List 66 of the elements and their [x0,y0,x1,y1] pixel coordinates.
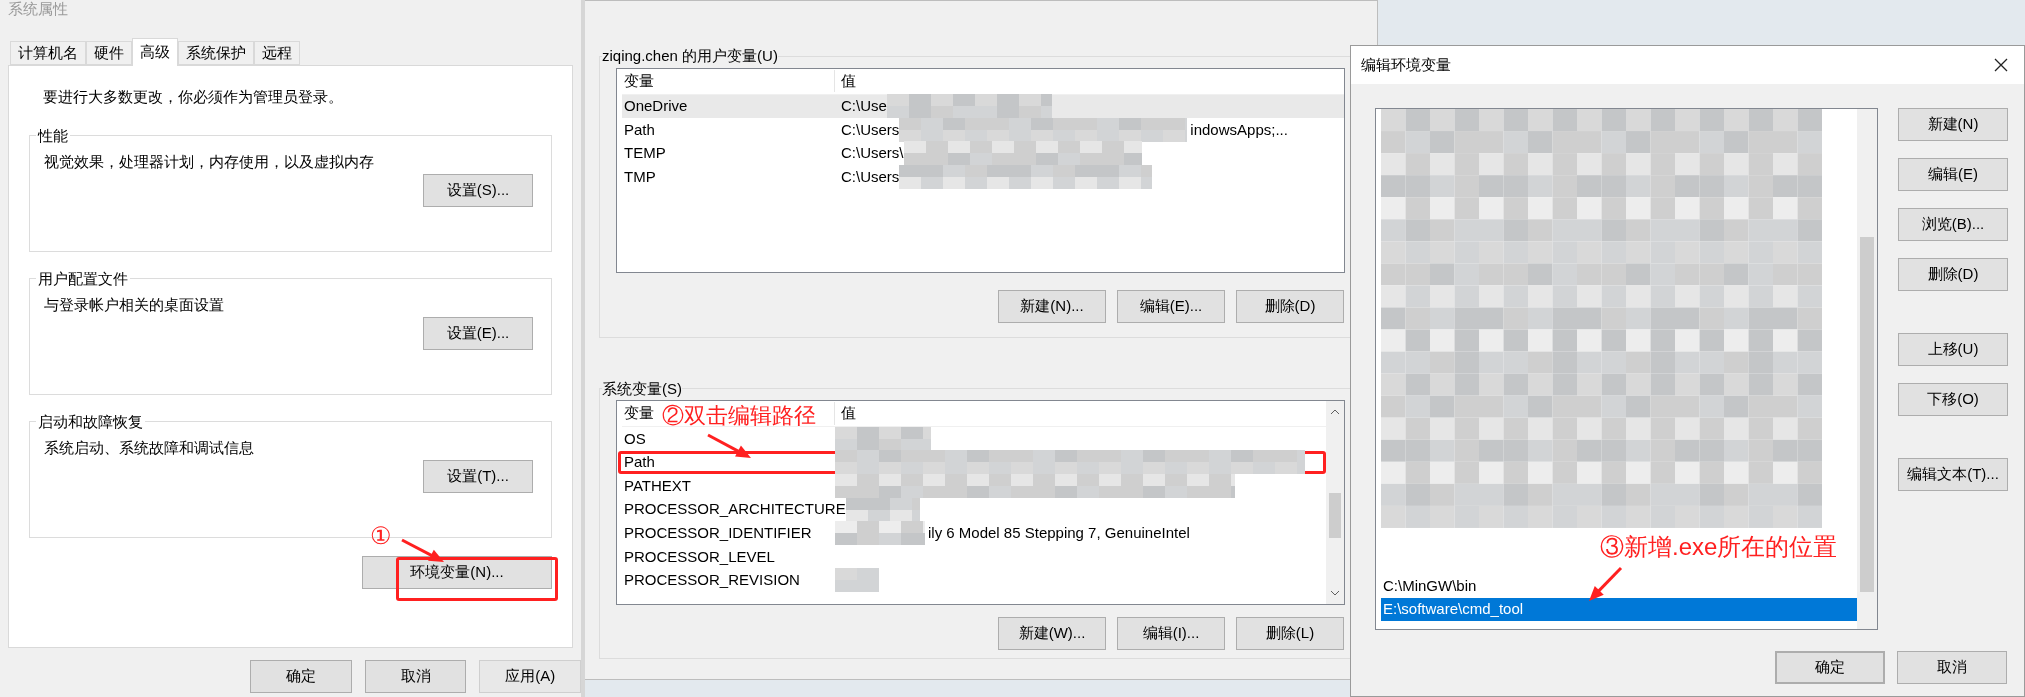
group-title: 用户配置文件 [37,268,129,289]
column-header: 值 [840,70,856,91]
group-title: 性能 [36,125,69,146]
step-annotation: ③新增.exe所在的位置 [1600,532,1838,562]
side-button[interactable]: 新建(N) [1898,108,2008,141]
group-description: 视觉效果，处理器计划，内存使用，以及虚拟内存 [44,152,375,172]
variable-row[interactable]: TEMP C:\Users\ [622,141,1344,166]
group-title: 启动和故障恢复 [37,411,144,432]
dialog-button[interactable]: 取消 [364,660,467,693]
list-action-button[interactable]: 删除(D) [1236,289,1344,323]
variable-row[interactable]: PROCESSOR_REVISION [622,568,1326,593]
variable-row[interactable]: PATHEXT [622,474,1326,498]
window-title: 编辑环境变量 [1361,54,1451,75]
dialog-button[interactable]: 取消 [1897,651,2007,684]
variable-row[interactable]: Path C:\Users indowsApps;... [622,118,1344,142]
variable-row[interactable]: Path [618,450,1326,475]
step-annotation: ① [370,521,392,551]
side-button[interactable]: 编辑(E) [1898,158,2008,191]
settings-button[interactable]: 设置(T)... [423,459,533,493]
close-icon[interactable] [1994,58,2008,72]
side-button[interactable]: 编辑文本(T)... [1898,458,2008,491]
scroll-down-icon[interactable] [1330,590,1340,596]
annotation-arrow [707,433,751,458]
scrollbar[interactable] [1857,109,1877,629]
settings-button[interactable]: 设置(E)... [423,316,533,350]
list-action-button[interactable]: 编辑(I)... [1117,617,1225,650]
variable-row[interactable]: PROCESSOR_IDENTIFIER ily 6 Model 85 Stepping 7, GenuineIntel [622,521,1326,545]
column-header: 变量 [622,69,835,93]
variable-row[interactable]: TMP C:\Users [622,165,1344,189]
redaction-mosaic [835,568,879,593]
settings-button[interactable]: 设置(S)... [423,173,533,207]
group-description: 系统启动、系统故障和调试信息 [44,438,255,458]
side-button[interactable]: 浏览(B)... [1898,208,2008,241]
side-button[interactable]: 删除(D) [1898,258,2008,291]
variable-row[interactable]: PROCESSOR_LEVEL [622,544,1326,569]
scroll-up-icon[interactable] [1330,409,1340,415]
list-action-button[interactable]: 新建(W)... [998,617,1106,650]
scrollbar-thumb[interactable] [1329,493,1341,538]
variable-row[interactable]: OS [622,427,1326,451]
list-action-button[interactable]: 删除(L) [1236,617,1344,650]
scrollbar[interactable] [1326,401,1344,604]
dialog-button[interactable]: 确定 [1775,651,1885,684]
path-item[interactable]: E:\software\cmd_tool [1381,598,1857,621]
tab[interactable]: 系统保护 [178,41,254,65]
column-header: 值 [840,403,856,424]
group-description: 与登录帐户相关的桌面设置 [44,295,225,315]
group-title: ziqing.chen 的用户变量(U) [602,46,778,66]
admin-notice: 要进行大多数更改，你必须作为管理员登录。 [43,87,344,107]
variable-row[interactable]: OneDrive C:\Use [622,94,1344,119]
path-item[interactable]: C:\MinGW\bin [1381,575,1857,598]
step-annotation: ②双击编辑路径 [662,403,816,429]
annotation-arrow [401,538,444,562]
list-action-button[interactable]: 编辑(E)... [1117,289,1225,323]
window-title: 系统属性 [8,0,68,18]
list-action-button[interactable]: 新建(N)... [998,289,1106,323]
tab[interactable]: 高级 [132,38,178,66]
group-title: 系统变量(S) [602,378,682,399]
side-button[interactable]: 上移(U) [1898,333,2008,366]
tab[interactable]: 计算机名 [10,41,86,65]
annotation-arrow [1589,566,1623,601]
tab[interactable]: 远程 [254,41,300,65]
scrollbar-thumb[interactable] [1860,237,1874,592]
dialog-button[interactable]: 确定 [250,660,352,693]
side-button[interactable]: 下移(O) [1898,383,2008,416]
tab[interactable]: 硬件 [86,41,132,65]
variable-row[interactable]: PROCESSOR_ARCHITECTURE [622,497,1326,522]
